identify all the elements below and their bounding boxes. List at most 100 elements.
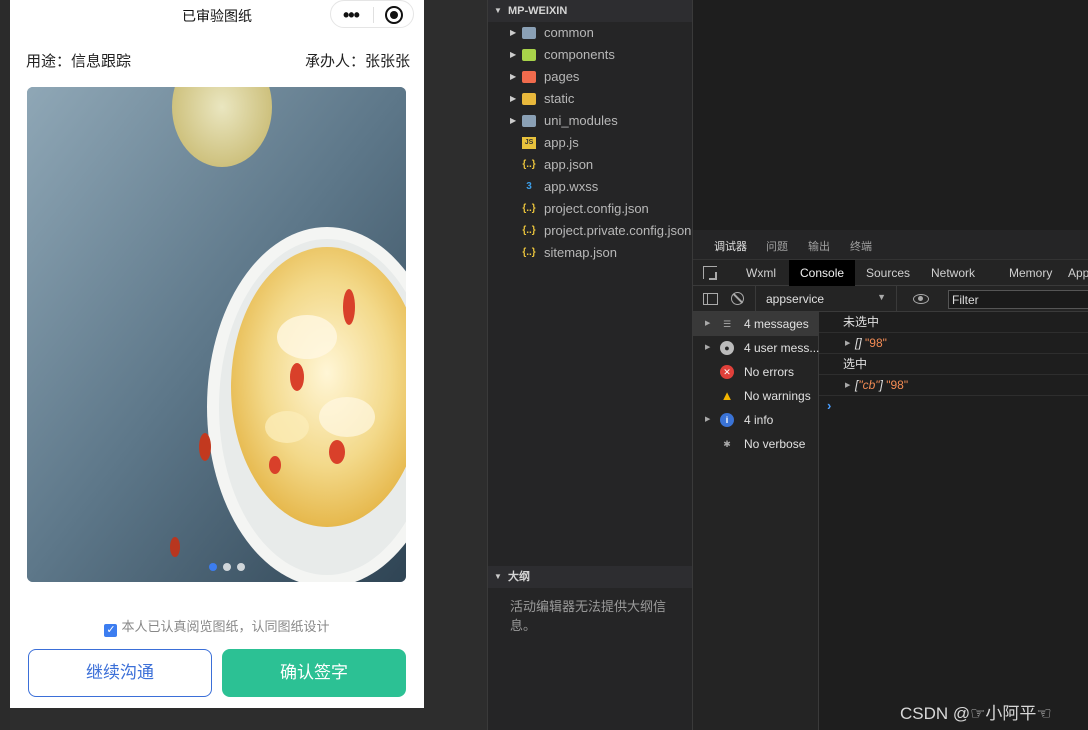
outline-header[interactable]: ▼ 大纲	[488, 566, 693, 588]
log-line-expandable[interactable]: ▶ [] "98"	[819, 333, 1088, 354]
folder-icon	[522, 27, 536, 39]
sidebar-item-label: No errors	[744, 365, 795, 379]
tree-item-label: common	[544, 25, 594, 40]
tree-item-pages[interactable]: ▶ pages	[488, 66, 693, 88]
sidebar-item-errors[interactable]: ✕ No errors	[693, 360, 819, 384]
close-target-icon[interactable]	[385, 6, 403, 24]
tab-terminal[interactable]: 终端	[850, 238, 872, 254]
agreement-row[interactable]: ✓ 本人已认真阅览图纸，认同图纸设计	[10, 616, 424, 637]
sidebar-item-label: 4 messages	[744, 317, 809, 331]
tree-item-project-private-config-json[interactable]: {..} project.private.config.json	[488, 220, 693, 242]
tab-app[interactable]: App	[1057, 260, 1088, 286]
sidebar-item-label: 4 info	[744, 413, 774, 427]
tree-item-label: app.json	[544, 157, 594, 172]
log-line-expandable[interactable]: ▶ ["cb"] "98"	[819, 375, 1088, 396]
capsule-menu[interactable]: •••	[330, 0, 414, 28]
json-file-icon: {..}	[522, 247, 536, 258]
live-expression-eye-icon[interactable]	[913, 294, 929, 304]
expand-arrow-icon[interactable]: ▶	[845, 333, 850, 354]
capsule-divider	[373, 7, 374, 23]
log-string: "98"	[886, 378, 909, 392]
devtools-panel-tabs: Wxml Console Sources Network Memory App	[693, 260, 1088, 286]
sidebar-item-label: No verbose	[744, 437, 806, 451]
agreement-text: 本人已认真阅览图纸，认同图纸设计	[121, 619, 330, 634]
tab-wxml[interactable]: Wxml	[735, 260, 787, 286]
left-margin	[0, 0, 10, 730]
tree-item-label: app.wxss	[544, 179, 599, 194]
tree-item-label: sitemap.json	[544, 245, 617, 260]
screen-root: 已审验图纸 ••• 用途：信息跟踪 承办人：张张张 ✓ 本人已认真阅览图纸，认同…	[0, 0, 1088, 730]
dropdown-arrow-icon: ▼	[877, 292, 886, 302]
json-file-icon: {..}	[522, 225, 536, 236]
tree-item-sitemap-json[interactable]: {..} sitemap.json	[488, 242, 693, 264]
tree-item-app-json[interactable]: {..} app.json	[488, 154, 693, 176]
tab-network[interactable]: Network	[920, 260, 986, 286]
tree-item-label: pages	[544, 69, 580, 84]
outline-message: 活动编辑器无法提供大纲信息。	[510, 599, 667, 633]
tree-item-label: uni_modules	[544, 113, 618, 128]
sidebar-item-label: 4 user mess...	[744, 341, 819, 355]
more-icon[interactable]: •••	[343, 5, 360, 26]
console-prompt[interactable]: ›	[827, 398, 831, 413]
info-row: 用途：信息跟踪 承办人：张张张	[26, 50, 410, 70]
json-file-icon: {..}	[522, 159, 536, 170]
tab-console[interactable]: Console	[789, 260, 856, 286]
continue-communication-button[interactable]: 继续沟通	[28, 649, 212, 697]
chevron-down-icon: ▼	[494, 572, 502, 581]
log-string: "98"	[865, 336, 887, 350]
tab-problems[interactable]: 问题	[766, 238, 788, 254]
clear-console-icon[interactable]	[731, 292, 744, 305]
sidebar-item-warnings[interactable]: ▲ No warnings	[693, 384, 819, 408]
sidebar-toggle-icon[interactable]	[703, 293, 718, 305]
tree-item-app-js[interactable]: JS app.js	[488, 132, 693, 154]
chevron-right-icon: ▶	[510, 72, 517, 81]
confirm-sign-button[interactable]: 确认签字	[222, 649, 406, 697]
tree-item-static[interactable]: ▶ static	[488, 88, 693, 110]
chevron-right-icon: ▶	[510, 28, 517, 37]
sidebar-item-verbose[interactable]: ✱ No verbose	[693, 432, 819, 456]
inspect-element-icon[interactable]	[703, 266, 717, 280]
tree-item-uni-modules[interactable]: ▶ uni_modules	[488, 110, 693, 132]
context-selector[interactable]: appservice ▼	[755, 286, 897, 312]
sidebar-item-info[interactable]: ▶ i 4 info	[693, 408, 819, 432]
pages-folder-icon	[522, 71, 536, 83]
tree-item-label: app.js	[544, 135, 579, 150]
list-icon: ☰	[722, 319, 732, 329]
swiper-dot[interactable]	[237, 563, 245, 571]
tree-item-app-wxss[interactable]: 3 app.wxss	[488, 176, 693, 198]
log-text: 未选中	[843, 315, 880, 329]
user-icon: ●	[720, 341, 734, 355]
explorer-root-label: MP-WEIXIN	[508, 5, 568, 17]
outline-label: 大纲	[508, 571, 530, 583]
agreement-checkbox[interactable]: ✓	[104, 624, 118, 637]
expand-arrow-icon: ▶	[705, 344, 711, 351]
swiper-dot-active[interactable]	[209, 563, 217, 571]
log-line: 选中	[819, 354, 1088, 375]
csdn-watermark: CSDN @☞小阿平☜	[900, 704, 1052, 723]
tab-output[interactable]: 输出	[808, 238, 830, 254]
console-sidebar: ▶ ☰ 4 messages ▶ ● 4 user mess... ✕ No e…	[693, 312, 819, 730]
tree-item-common[interactable]: ▶ common	[488, 22, 693, 44]
console-filter-input[interactable]	[948, 290, 1088, 309]
sidebar-item-messages[interactable]: ▶ ☰ 4 messages	[693, 312, 819, 336]
sidebar-item-user-messages[interactable]: ▶ ● 4 user mess...	[693, 336, 819, 360]
simulator-bottom-shadow	[10, 708, 424, 730]
tab-debugger[interactable]: 调试器	[714, 238, 747, 262]
log-array: []	[855, 336, 862, 350]
chevron-right-icon: ▶	[510, 94, 517, 103]
components-folder-icon	[522, 49, 536, 61]
expand-arrow-icon[interactable]: ▶	[845, 375, 850, 396]
tab-sources[interactable]: Sources	[855, 260, 921, 286]
tree-item-project-config-json[interactable]: {..} project.config.json	[488, 198, 693, 220]
drawing-swiper[interactable]	[27, 87, 406, 582]
tree-item-label: components	[544, 47, 615, 62]
tab-memory[interactable]: Memory	[998, 260, 1063, 286]
static-folder-icon	[522, 93, 536, 105]
explorer-root-header[interactable]: ▼ MP-WEIXIN	[488, 0, 693, 22]
tree-item-components[interactable]: ▶ components	[488, 44, 693, 66]
swiper-dot[interactable]	[223, 563, 231, 571]
bug-icon: ✱	[723, 439, 731, 449]
devtools-panel: 调试器 问题 输出 终端 Wxml Console Sources Networ…	[692, 230, 1088, 730]
chevron-right-icon: ▶	[510, 50, 517, 59]
chevron-down-icon: ▼	[494, 6, 502, 15]
